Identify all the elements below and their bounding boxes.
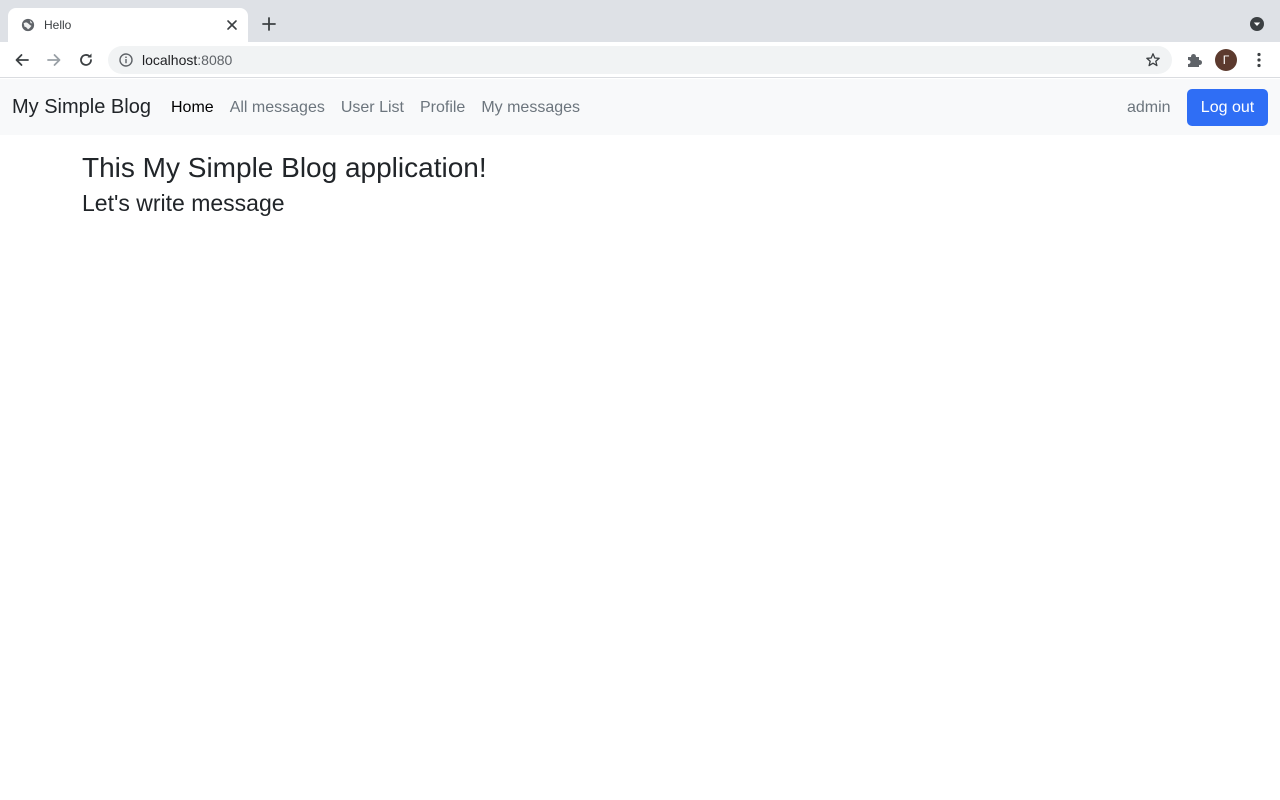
arrow-right-icon[interactable] bbox=[44, 50, 64, 70]
nav-link-home[interactable]: Home bbox=[171, 99, 214, 116]
globe-icon bbox=[21, 18, 35, 32]
nav-item: User List bbox=[341, 98, 404, 118]
address-port: :8080 bbox=[197, 52, 233, 68]
main-content: This My Simple Blog application! Let's w… bbox=[82, 151, 487, 217]
address-host: localhost bbox=[142, 52, 198, 68]
info-icon[interactable] bbox=[119, 53, 133, 67]
plus-icon[interactable] bbox=[260, 15, 278, 33]
avatar[interactable]: Г bbox=[1215, 49, 1237, 71]
address-url[interactable]: localhost:8080 bbox=[142, 52, 232, 68]
current-username: admin bbox=[1127, 99, 1171, 116]
nav-links: Home All messages User List Profile My m… bbox=[171, 98, 580, 118]
page-title: This My Simple Blog application! bbox=[82, 152, 487, 183]
nav-item: Home bbox=[171, 98, 214, 118]
tab-title: Hello bbox=[44, 18, 72, 32]
nav-item: All messages bbox=[230, 98, 325, 118]
nav-item: Profile bbox=[420, 98, 465, 118]
address-bar[interactable]: localhost:8080 bbox=[108, 46, 1172, 74]
site-navbar: My Simple Blog Home All messages User Li… bbox=[0, 79, 1280, 135]
more-vertical-icon[interactable] bbox=[1250, 51, 1268, 69]
nav-link-all-messages[interactable]: All messages bbox=[230, 99, 325, 116]
nav-link-my-messages[interactable]: My messages bbox=[481, 99, 580, 116]
brand-link[interactable]: My Simple Blog bbox=[12, 95, 151, 119]
puzzle-icon[interactable] bbox=[1185, 51, 1203, 69]
logout-button[interactable]: Log out bbox=[1187, 89, 1268, 126]
nav-link-user-list[interactable]: User List bbox=[341, 99, 404, 116]
browser-tab[interactable]: Hello bbox=[8, 8, 248, 42]
chevron-down-circle-icon[interactable] bbox=[1249, 16, 1265, 32]
reload-icon[interactable] bbox=[76, 50, 96, 70]
nav-item: My messages bbox=[481, 98, 580, 118]
page-subtitle: Let's write message bbox=[82, 190, 285, 216]
close-icon[interactable] bbox=[224, 17, 240, 33]
arrow-left-icon[interactable] bbox=[12, 50, 32, 70]
browser-toolbar: localhost:8080 Г bbox=[0, 42, 1280, 78]
star-icon[interactable] bbox=[1145, 52, 1161, 68]
nav-link-profile[interactable]: Profile bbox=[420, 99, 465, 116]
browser-tabstrip: Hello bbox=[0, 0, 1280, 42]
